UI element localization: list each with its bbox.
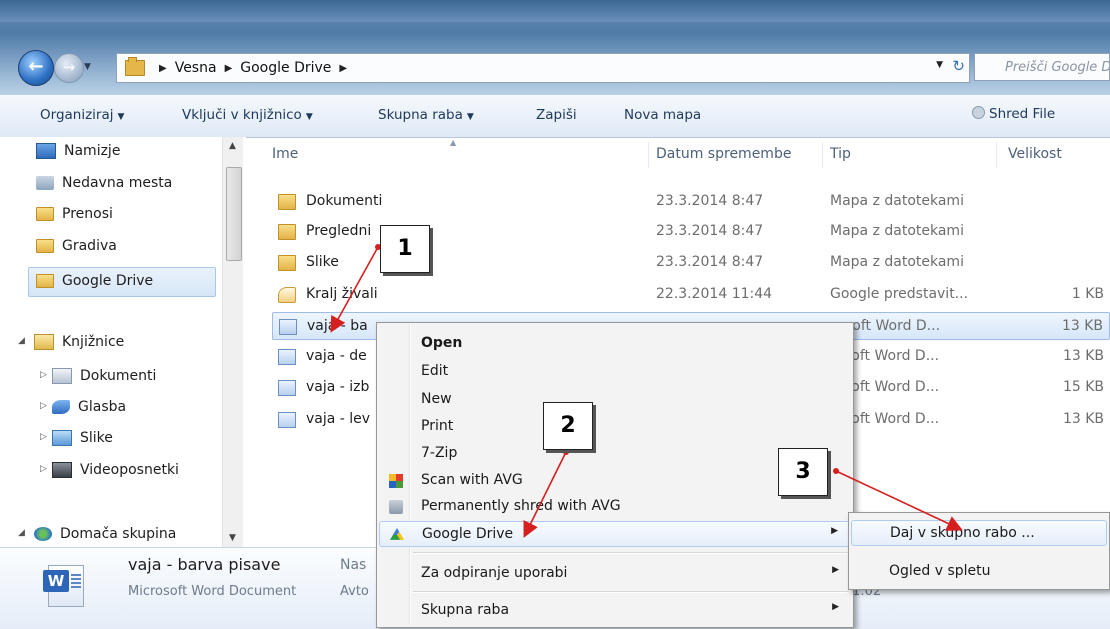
arrow-anchor-dot [833, 468, 839, 474]
callout-2: 2 [543, 402, 593, 450]
callout-3: 3 [778, 448, 828, 496]
arrow-callout-3 [835, 470, 963, 531]
arrow-callout-2 [523, 451, 567, 538]
callout-1: 1 [380, 225, 430, 273]
annotation-arrows [330, 244, 963, 538]
arrow-callout-1 [330, 246, 379, 333]
